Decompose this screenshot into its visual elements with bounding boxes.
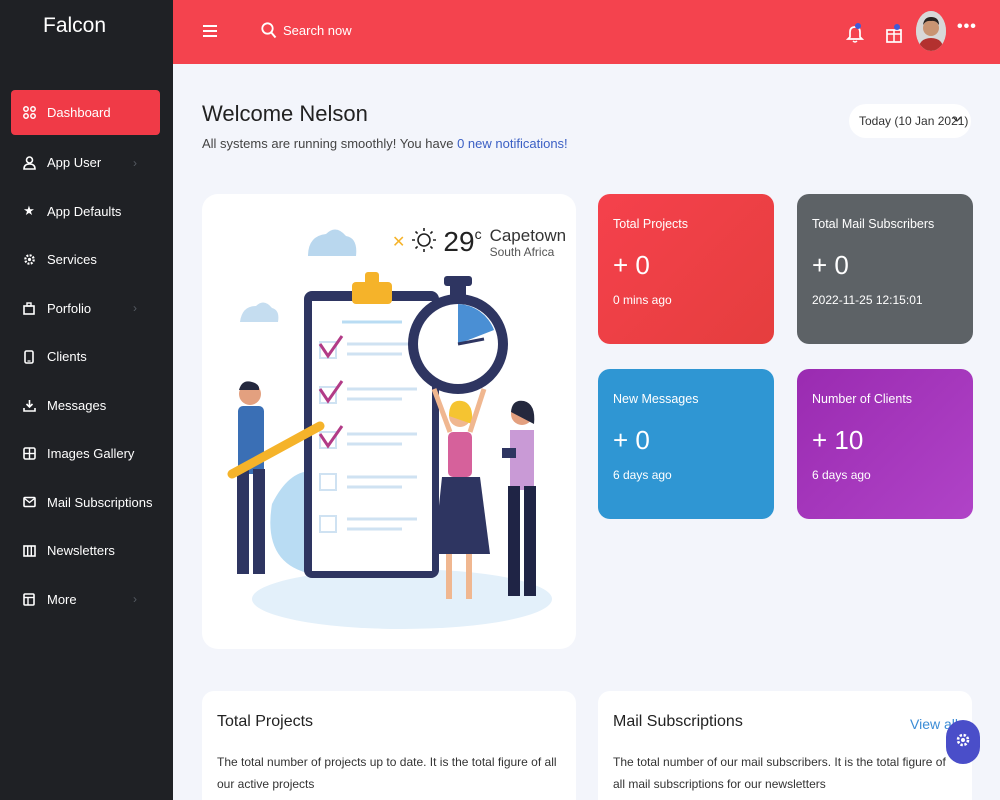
- temp-unit: c: [474, 226, 482, 242]
- stat-label: Total Mail Subscribers: [812, 217, 935, 231]
- chevron-down-icon: [951, 113, 963, 128]
- gear-icon: [955, 732, 971, 753]
- mail-icon: [22, 495, 36, 509]
- weather-city: Capetown: [489, 225, 567, 245]
- sun-icon: [411, 227, 437, 258]
- avatar[interactable]: [916, 11, 946, 51]
- page-title: Welcome Nelson: [202, 101, 368, 126]
- stat-value: + 0: [812, 250, 849, 280]
- user-icon: [22, 155, 36, 170]
- checklist-illustration: [227, 229, 552, 629]
- stat-time: 2022-11-25 12:15:01: [812, 293, 923, 307]
- stat-card-new-messages[interactable]: New Messages + 0 6 days ago: [598, 369, 774, 519]
- sidebar-item-label: App User: [47, 155, 102, 171]
- search-bar[interactable]: Search now: [261, 22, 352, 39]
- chevron-right-icon: ›: [133, 155, 137, 170]
- sidebar-item-mail-subscriptions[interactable]: Mail Subscriptions: [0, 478, 173, 527]
- temp-value: 29: [443, 226, 475, 257]
- stat-time: 0 mins ago: [613, 293, 672, 307]
- star-icon: ★: [23, 203, 35, 219]
- chevron-right-icon: ›: [133, 301, 137, 316]
- sidebar-item-services[interactable]: Services: [0, 236, 173, 285]
- sidebar-item-label: App Defaults: [47, 203, 122, 219]
- date-picker-button[interactable]: Today (10 Jan 2021): [849, 104, 971, 138]
- menu-icon[interactable]: [203, 25, 217, 39]
- stat-card-number-of-clients[interactable]: Number of Clients + 10 6 days ago: [797, 369, 973, 519]
- sidebar-item-label: Newsletters: [47, 543, 115, 559]
- stat-value: + 0: [613, 250, 650, 280]
- card-description: The total number of projects up to date.…: [217, 755, 557, 791]
- gear-icon: [22, 253, 36, 267]
- sidebar-item-messages[interactable]: Messages: [0, 381, 173, 430]
- stat-label: Total Projects: [613, 217, 689, 231]
- search-input[interactable]: Search now: [283, 23, 352, 38]
- stat-time: 6 days ago: [613, 468, 672, 482]
- stat-label: Number of Clients: [812, 392, 913, 406]
- phone-icon: [22, 349, 36, 364]
- sidebar-item-portfolio[interactable]: Porfolio ›: [0, 284, 173, 333]
- sidebar-item-app-user[interactable]: App User ›: [0, 139, 173, 188]
- sidebar-item-clients[interactable]: Clients: [0, 333, 173, 382]
- sidebar-item-label: Messages: [47, 397, 107, 413]
- welcome-subtitle: All systems are running smoothly! You ha…: [202, 136, 568, 151]
- sidebar-item-dashboard[interactable]: Dashboard: [11, 90, 160, 135]
- sidebar-item-label: Images Gallery: [47, 446, 135, 462]
- moon-icon: ✕: [392, 234, 406, 251]
- sidebar-item-label: Porfolio: [47, 300, 92, 316]
- stat-label: New Messages: [613, 392, 699, 406]
- chevron-right-icon: ›: [133, 592, 137, 607]
- welcome-subtitle-text: All systems are running smoothly! You ha…: [202, 136, 458, 151]
- weather-temp: 29c: [443, 226, 481, 258]
- columns-icon: [22, 544, 36, 558]
- weather-location: Capetown South Africa: [490, 227, 567, 258]
- card-title: Total Projects: [217, 713, 314, 730]
- more-icon[interactable]: •••: [957, 18, 977, 36]
- sidebar-item-label: Services: [47, 252, 97, 268]
- sidebar-item-newsletters[interactable]: Newsletters: [0, 527, 173, 576]
- card-title: Mail Subscriptions: [613, 713, 743, 730]
- stat-value: + 0: [613, 425, 650, 455]
- notifications-link[interactable]: 0 new notifications!: [457, 136, 568, 151]
- settings-fab-button[interactable]: [946, 720, 980, 764]
- download-icon: [22, 398, 36, 412]
- stat-card-total-mail-subscribers[interactable]: Total Mail Subscribers + 0 2022-11-25 12…: [797, 194, 973, 344]
- gallery-icon: [22, 447, 36, 461]
- briefcase-icon: [22, 301, 36, 315]
- total-projects-card: Total Projects The total number of proje…: [202, 691, 576, 800]
- stat-card-total-projects[interactable]: Total Projects + 0 0 mins ago: [598, 194, 774, 344]
- bell-icon[interactable]: [845, 22, 865, 44]
- card-description: The total number of our mail subscribers…: [613, 755, 946, 791]
- gift-icon[interactable]: [885, 22, 903, 44]
- stat-value: + 10: [812, 425, 864, 455]
- weather-country: South Africa: [489, 244, 555, 259]
- sidebar-item-app-defaults[interactable]: ★ App Defaults: [0, 187, 173, 236]
- sidebar-item-label: Dashboard: [47, 105, 111, 120]
- sidebar-item-label: Clients: [47, 349, 87, 365]
- window-icon: [22, 592, 36, 606]
- stat-time: 6 days ago: [812, 468, 871, 482]
- brand-logo[interactable]: Falcon: [43, 14, 106, 38]
- search-icon: [261, 22, 277, 39]
- sidebar-nav: Dashboard App User › ★ App Defaults Serv…: [0, 90, 173, 624]
- sidebar-item-images-gallery[interactable]: Images Gallery: [0, 430, 173, 479]
- sidebar-item-more[interactable]: More ›: [0, 575, 173, 624]
- sidebar-item-label: More: [47, 591, 77, 607]
- sidebar: Falcon Dashboard App User › ★ App Defaul…: [0, 0, 173, 800]
- sidebar-item-label: Mail Subscriptions: [47, 494, 153, 510]
- mail-subscriptions-card: Mail Subscriptions View all The total nu…: [598, 691, 972, 800]
- weather-widget: ✕ 29c Capetown South Africa: [392, 226, 566, 258]
- grid-icon: [22, 106, 36, 120]
- illustration-card: ✕ 29c Capetown South Africa: [202, 194, 576, 649]
- top-header: Search now •••: [173, 0, 1000, 64]
